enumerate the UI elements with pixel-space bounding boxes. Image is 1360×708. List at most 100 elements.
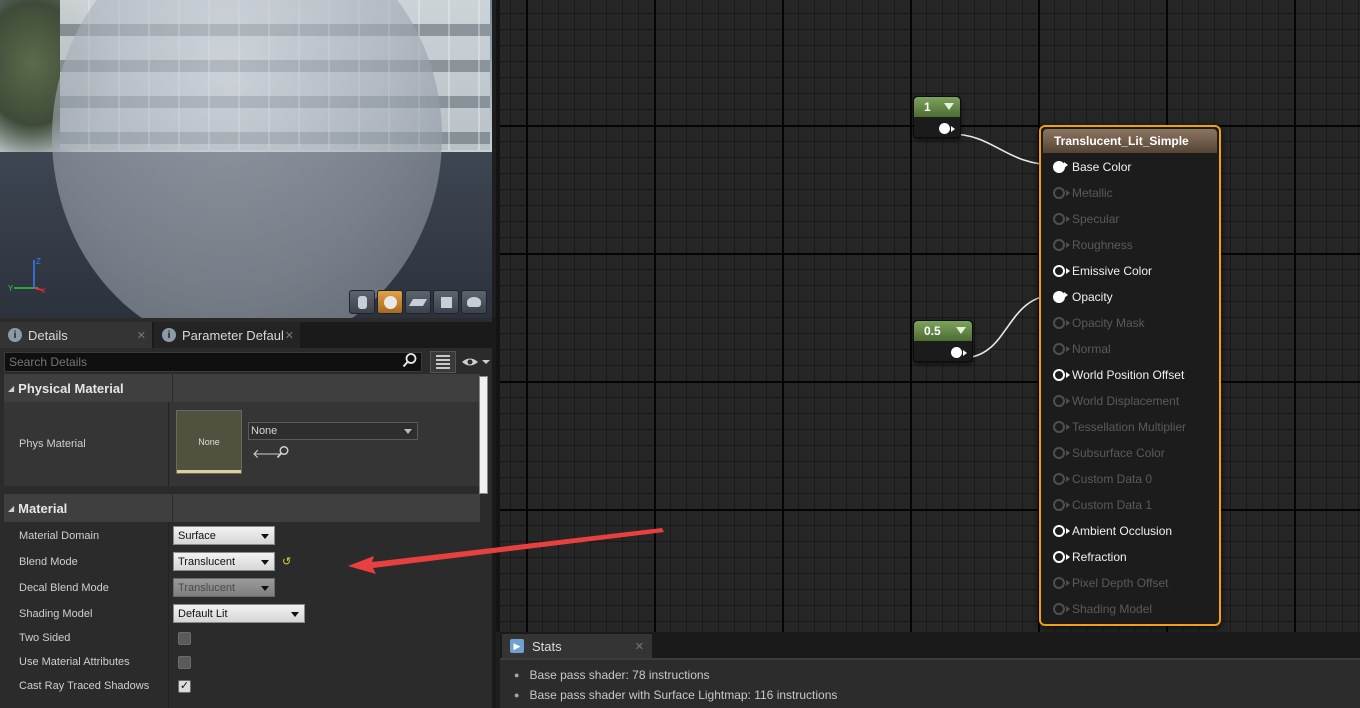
collapse-arrow-icon[interactable] xyxy=(956,327,966,334)
pin-row[interactable]: Opacity Mask xyxy=(1041,313,1219,333)
constant-node[interactable]: 0.5 xyxy=(913,320,973,362)
phys-material-thumbnail[interactable]: None xyxy=(176,410,242,474)
material-graph-canvas[interactable] xyxy=(496,0,1360,632)
decal-blend-mode-row: Decal Blend Mode Translucent xyxy=(4,575,480,601)
row-divider xyxy=(168,601,169,627)
pin-row[interactable]: Base Color xyxy=(1041,157,1219,177)
constant-node-header[interactable]: 1 xyxy=(914,97,960,117)
input-pin xyxy=(1053,421,1070,433)
sphere-icon[interactable] xyxy=(377,290,403,314)
blend-mode-dropdown[interactable]: Translucent xyxy=(173,552,275,571)
property-label: Use Material Attributes xyxy=(19,656,130,668)
pin-row[interactable]: Metallic xyxy=(1041,183,1219,203)
close-icon[interactable]: ✕ xyxy=(137,329,146,342)
thumbnail-text: None xyxy=(198,437,220,447)
close-icon[interactable]: ✕ xyxy=(285,329,294,342)
constant-node[interactable]: 1 xyxy=(913,96,961,138)
material-domain-dropdown[interactable]: Surface xyxy=(173,526,275,545)
two-sided-checkbox[interactable] xyxy=(178,632,191,645)
pin-row[interactable]: World Displacement xyxy=(1041,391,1219,411)
preview-viewport[interactable]: Y Z X xyxy=(0,0,492,318)
constant-value: 1 xyxy=(924,100,931,114)
input-pin[interactable] xyxy=(1053,161,1068,173)
dropdown-value: None xyxy=(251,425,278,437)
pin-row[interactable]: Roughness xyxy=(1041,235,1219,255)
tab-parameter-defaults[interactable]: i Parameter Defaults ✕ xyxy=(154,322,300,348)
constant-node-header[interactable]: 0.5 xyxy=(914,321,972,341)
visibility-eye-icon[interactable] xyxy=(460,352,492,372)
collapse-arrow-icon[interactable]: ◢ xyxy=(8,384,14,393)
graph-border xyxy=(496,0,500,632)
cylinder-icon[interactable] xyxy=(349,290,375,314)
material-domain-row: Material Domain Surface xyxy=(4,523,480,549)
material-node-title[interactable]: Translucent_Lit_Simple xyxy=(1043,129,1217,153)
row-divider xyxy=(168,674,169,698)
collapse-arrow-icon[interactable] xyxy=(944,103,954,110)
details-panel: i Details ✕ i Parameter Defaults ✕ Searc… xyxy=(0,318,496,708)
svg-text:X: X xyxy=(41,288,46,295)
input-pin[interactable] xyxy=(1053,525,1070,537)
pin-row[interactable]: Refraction xyxy=(1041,547,1219,567)
row-divider xyxy=(168,650,169,674)
svg-text:Z: Z xyxy=(36,257,41,266)
pin-row[interactable]: Shading Model xyxy=(1041,599,1219,619)
pin-row[interactable]: Tessellation Multiplier xyxy=(1041,417,1219,437)
browse-search-icon[interactable] xyxy=(276,445,290,459)
details-scrollbar[interactable] xyxy=(479,376,488,494)
pin-row[interactable]: World Position Offset xyxy=(1041,365,1219,385)
pin-label: Normal xyxy=(1072,342,1111,356)
input-pin xyxy=(1053,213,1070,225)
teapot-icon[interactable] xyxy=(461,290,487,314)
pin-row[interactable]: Specular xyxy=(1041,209,1219,229)
physical-material-category[interactable]: ◢ Physical Material xyxy=(4,374,480,402)
input-pin xyxy=(1053,395,1070,407)
shading-model-dropdown[interactable]: Default Lit xyxy=(173,604,305,623)
input-pin[interactable] xyxy=(1053,291,1068,303)
pin-row[interactable]: Subsurface Color xyxy=(1041,443,1219,463)
input-pin xyxy=(1053,343,1070,355)
search-icon[interactable] xyxy=(402,352,418,368)
input-pin xyxy=(1053,187,1070,199)
reset-to-default-icon[interactable]: ↺ xyxy=(282,555,291,568)
pin-row[interactable]: Normal xyxy=(1041,339,1219,359)
view-options-list-icon[interactable] xyxy=(430,351,456,373)
material-category[interactable]: ◢ Material xyxy=(4,494,480,522)
cube-icon[interactable] xyxy=(433,290,459,314)
material-result-node[interactable]: Translucent_Lit_Simple Base Color Metalli… xyxy=(1039,125,1221,626)
dropdown-value: Translucent xyxy=(178,555,236,568)
search-input[interactable] xyxy=(4,352,422,372)
pin-row[interactable]: Emissive Color xyxy=(1041,261,1219,281)
stat-text: Base pass shader with Surface Lightmap: … xyxy=(529,688,838,702)
pin-row[interactable]: Ambient Occlusion xyxy=(1041,521,1219,541)
phys-material-label: Phys Material xyxy=(19,438,86,450)
pin-row[interactable]: Opacity xyxy=(1041,287,1219,307)
chevron-down-icon xyxy=(291,612,299,617)
tab-label: Details xyxy=(28,327,68,343)
phys-material-dropdown[interactable]: None xyxy=(248,422,418,440)
pin-label: Metallic xyxy=(1072,186,1113,200)
plane-icon[interactable] xyxy=(405,290,431,314)
input-pin xyxy=(1053,603,1070,615)
input-pin[interactable] xyxy=(1053,551,1070,563)
pin-label: Custom Data 1 xyxy=(1072,498,1153,512)
pin-row[interactable]: Custom Data 0 xyxy=(1041,469,1219,489)
use-material-attributes-checkbox[interactable] xyxy=(178,656,191,669)
property-label: Cast Ray Traced Shadows xyxy=(19,680,150,692)
output-pin[interactable] xyxy=(939,123,955,134)
tab-stats[interactable]: ▶ Stats ✕ xyxy=(502,634,652,658)
collapse-arrow-icon[interactable]: ◢ xyxy=(8,504,14,513)
pin-label: Custom Data 0 xyxy=(1072,472,1153,486)
dropdown-value: Default Lit xyxy=(178,607,228,620)
chevron-down-icon xyxy=(404,429,412,434)
input-pin[interactable] xyxy=(1053,265,1070,277)
tab-details[interactable]: i Details ✕ xyxy=(0,322,152,348)
property-label: Material Domain xyxy=(19,530,100,542)
pin-row[interactable]: Custom Data 1 xyxy=(1041,495,1219,515)
input-pin[interactable] xyxy=(1053,369,1070,381)
info-icon: i xyxy=(8,328,22,342)
input-pin xyxy=(1053,447,1070,459)
close-icon[interactable]: ✕ xyxy=(635,640,644,653)
pin-row[interactable]: Pixel Depth Offset xyxy=(1041,573,1219,593)
cast-ray-traced-shadows-checkbox[interactable]: ✓ xyxy=(178,680,191,693)
output-pin[interactable] xyxy=(951,347,967,358)
